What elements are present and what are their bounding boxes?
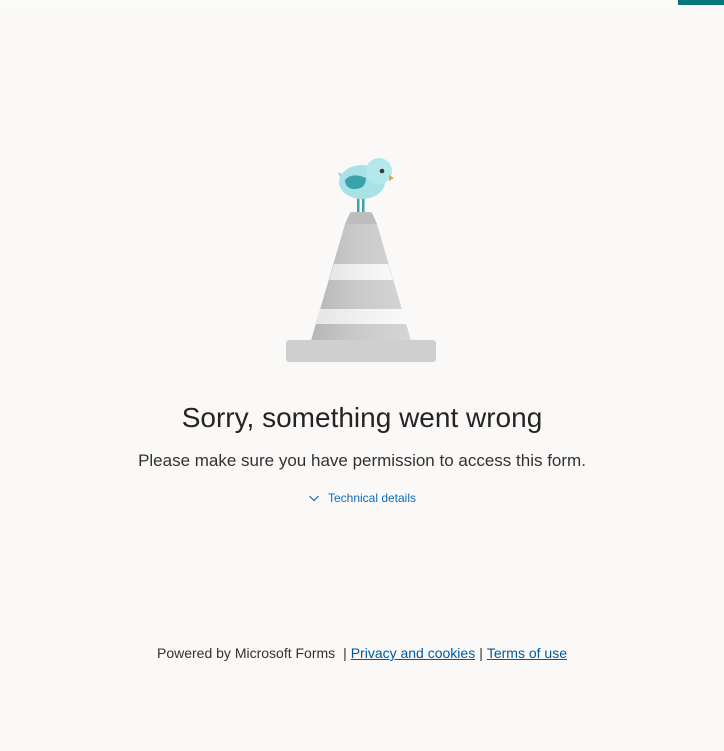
- footer-separator: |: [479, 645, 483, 661]
- top-strip: [0, 0, 678, 8]
- technical-details-section: Technical details: [0, 489, 724, 509]
- privacy-and-cookies-link[interactable]: Privacy and cookies: [351, 645, 476, 661]
- technical-details-toggle[interactable]: Technical details: [308, 489, 416, 507]
- chevron-down-icon: [309, 495, 319, 502]
- error-illustration: [282, 154, 442, 368]
- footer: Powered by Microsoft Forms | Privacy and …: [0, 643, 724, 663]
- terms-of-use-link[interactable]: Terms of use: [487, 645, 567, 661]
- traffic-cone-with-bird-icon: [286, 158, 436, 362]
- footer-separator: |: [343, 645, 347, 661]
- technical-details-label: Technical details: [327, 491, 417, 505]
- error-title: Sorry, something went wrong: [181, 402, 543, 433]
- error-message: Please make sure you have permission to …: [138, 451, 586, 470]
- powered-by-text: Powered by Microsoft Forms: [157, 645, 336, 661]
- top-accent-bar: [678, 0, 724, 5]
